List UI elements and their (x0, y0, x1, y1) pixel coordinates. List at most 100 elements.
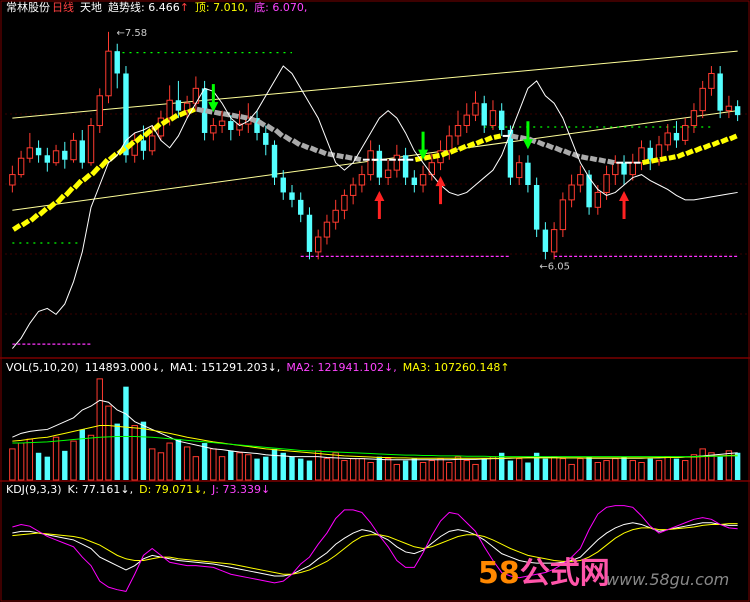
vol-bar-22 (201, 443, 208, 480)
candle-body-35 (314, 236, 322, 253)
vol-bar-65 (577, 458, 584, 481)
candle-body-18 (166, 99, 173, 119)
vol-header: VOL(5,10,20) 114893.000↓, MA1: 151291.203↓… (6, 361, 516, 375)
vol-bar-78 (690, 454, 698, 481)
trend-segment-51 (449, 147, 459, 155)
candle-body-5 (52, 150, 60, 164)
vol-bar-64 (568, 463, 575, 481)
trend-value: 趋势线: 6.466 (108, 1, 180, 14)
vol-bar-8 (79, 429, 85, 480)
indicator-name: 天地 (80, 1, 102, 14)
trend-segment-73 (641, 158, 650, 166)
candle-body-33 (298, 199, 304, 215)
vol-bar-6 (62, 450, 68, 480)
trend-segment-31 (273, 128, 284, 138)
watermark-url: www.58gu.com (606, 570, 730, 589)
candle-body-67 (594, 191, 602, 208)
candle-body-0 (9, 174, 16, 186)
vol-bar-68 (603, 460, 610, 481)
vol-bar-76 (673, 458, 680, 480)
vol-bar-37 (332, 452, 339, 481)
candle-body-75 (664, 132, 671, 146)
candle-body-40 (358, 174, 366, 186)
top-value: 顶: 7.010, (194, 1, 249, 14)
vol-title: VOL(5,10,20) (6, 361, 79, 374)
candle-body-81 (717, 73, 723, 111)
vol-bar-9 (87, 434, 95, 481)
candle-body-39 (349, 184, 357, 196)
candle-body-78 (690, 110, 698, 127)
vol-bar-16 (148, 448, 156, 481)
vol-bar-19 (175, 439, 182, 480)
trend-segment-3 (29, 212, 40, 223)
kdj-header: KDJ(9,3,3) K: 77.161↓, D: 79.071↓, J: 73.33… (6, 483, 276, 497)
vol-bar-35 (314, 450, 322, 481)
vol-bar-29 (263, 456, 269, 480)
candle-body-45 (402, 155, 409, 178)
trend-segment-82 (720, 136, 729, 145)
vol-bar-41 (367, 462, 374, 481)
channel-upper-line (12, 50, 738, 119)
trend-segment-83 (728, 133, 738, 142)
candle-body-50 (446, 135, 453, 152)
vol-bar-23 (210, 448, 217, 481)
trend-segment-56 (493, 133, 502, 140)
vol-bar-69 (612, 458, 619, 481)
trend-segment-24 (213, 109, 222, 117)
vol-bar-3 (35, 452, 42, 480)
candle-body-37 (332, 209, 339, 223)
candle-body-51 (454, 125, 462, 137)
vol-bar-53 (472, 463, 479, 481)
vol-bar-58 (515, 458, 523, 481)
trend-segment-30 (265, 123, 275, 133)
candle-body-25 (228, 121, 234, 130)
trend-segment-26 (231, 112, 240, 120)
trend-segment-2 (20, 218, 31, 228)
vol-bar-44 (393, 463, 401, 481)
trend-segment-16 (142, 128, 153, 138)
trend-segment-22 (196, 106, 205, 114)
trend-segment-6 (55, 193, 66, 205)
trend-segment-74 (650, 157, 659, 164)
candle-body-6 (62, 150, 68, 160)
candle-body-77 (681, 125, 689, 141)
vol-bar-63 (559, 458, 567, 481)
vol-ma3-line (12, 435, 738, 458)
trend-segment-4 (37, 206, 48, 217)
trend-segment-64 (562, 148, 572, 157)
candle-body-59 (525, 162, 531, 185)
candle-body-4 (44, 155, 51, 163)
vol-bar-34 (306, 460, 313, 480)
vol-ma1: MA1: 151291.203↓, (169, 361, 281, 374)
candle-body-79 (699, 87, 706, 112)
trend-segment-77 (676, 151, 686, 160)
vol-bar-10 (96, 378, 103, 481)
candle-body-76 (673, 132, 680, 141)
vol-bar-14 (131, 425, 138, 481)
trend-segment-80 (702, 142, 712, 151)
high-price-label: ←7.58 (116, 28, 147, 39)
vol-bar-48 (428, 460, 436, 481)
vol-bar-55 (489, 456, 497, 481)
vol-bar-27 (245, 454, 252, 481)
candle-body-36 (323, 221, 331, 238)
vol-bar-51 (454, 456, 462, 481)
vol-bar-42 (376, 456, 383, 480)
vol-bar-40 (358, 458, 366, 481)
trend-segment-62 (545, 142, 555, 151)
vol-ma3: MA3: 107260.148↑ (402, 361, 510, 374)
vol-bar-54 (481, 458, 487, 480)
period-label[interactable]: 日线 (52, 1, 74, 14)
vol-bar-13 (123, 386, 129, 480)
vol-bar-71 (629, 460, 636, 481)
trend-segment-67 (589, 155, 598, 163)
vol-bar-66 (586, 456, 592, 480)
candle-body-54 (481, 103, 487, 126)
trend-segment-76 (668, 154, 677, 161)
trend-segment-7 (63, 186, 75, 198)
candle-body-73 (647, 147, 653, 160)
vol-bar-57 (507, 460, 514, 480)
trend-segment-55 (484, 135, 493, 143)
candle-body-82 (725, 105, 733, 112)
watermark-text: 公式网 (519, 556, 610, 591)
